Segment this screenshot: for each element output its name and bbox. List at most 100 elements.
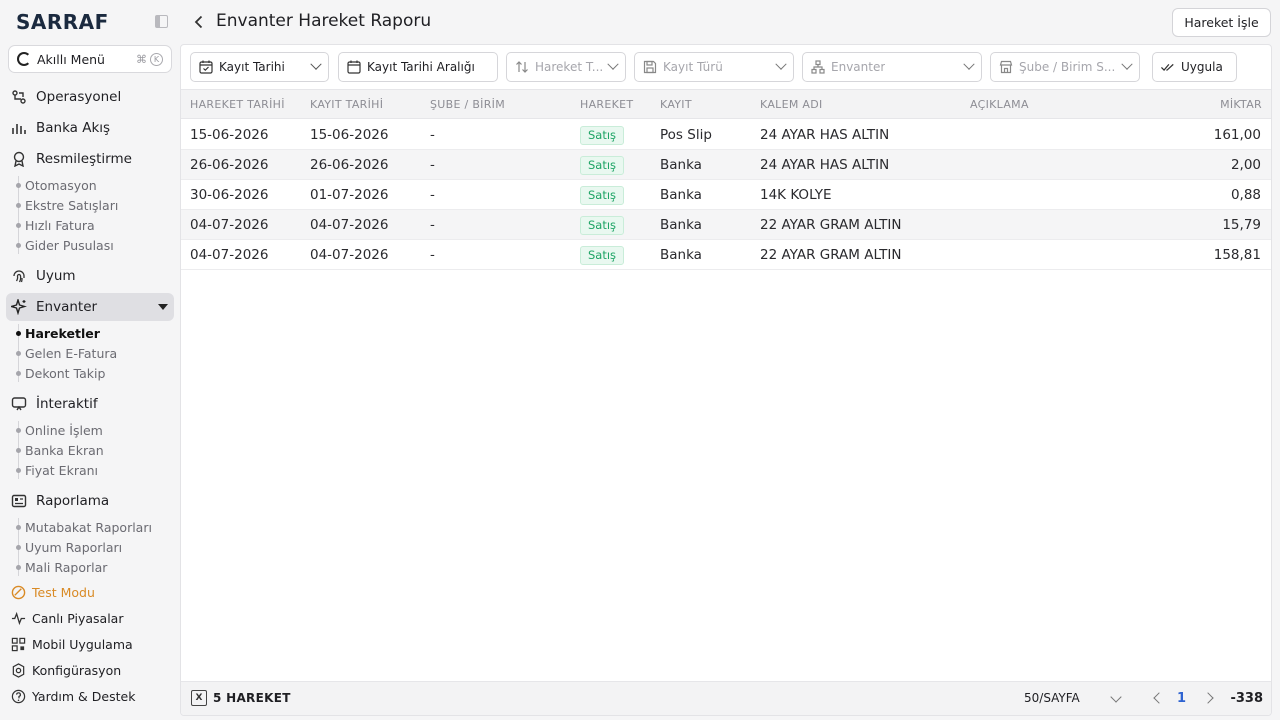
bullet-icon: [16, 544, 21, 550]
col-kayit[interactable]: KAYIT: [660, 90, 692, 120]
chevron-down-icon: [607, 58, 619, 70]
chevron-down-icon: [963, 58, 975, 70]
sidebar-item-operasyonel[interactable]: Operasyonel: [6, 83, 174, 111]
excel-export-icon[interactable]: X: [191, 690, 207, 706]
sidebar-item-resmilestirme[interactable]: Resmileştirme: [6, 145, 174, 173]
sidebar-item-banka-akis[interactable]: Banka Akış: [6, 114, 174, 142]
sidebar-subitem-otomasyon[interactable]: Otomasyon: [16, 176, 97, 194]
sidebar-subitem-gider-pusulasi[interactable]: Gider Pusulası: [16, 236, 114, 254]
sparkle-icon: [10, 298, 28, 316]
bullet-icon: [16, 427, 21, 433]
sidebar-subitem-banka-ekran[interactable]: Banka Ekran: [16, 441, 104, 459]
sidebar-item-interaktif[interactable]: İnteraktif: [6, 390, 174, 418]
sidebar-item-envanter[interactable]: Envanter: [6, 293, 174, 321]
sidebar-subitem-uyum-raporlari[interactable]: Uyum Raporları: [16, 538, 122, 556]
calendar-check-icon: [199, 60, 213, 74]
sidebar-subitem-gelen-e-fatura[interactable]: Gelen E-Fatura: [16, 344, 117, 362]
table-row[interactable]: 15-06-2026 15-06-2026 - Satış Pos Slip 2…: [181, 120, 1271, 150]
chevron-down-icon[interactable]: [1110, 691, 1122, 703]
date-type-select[interactable]: Kayıt Tarihi: [190, 52, 329, 82]
table-row[interactable]: 04-07-2026 04-07-2026 - Satış Banka 22 A…: [181, 210, 1271, 240]
qr-icon: [10, 636, 26, 652]
hierarchy-icon: [811, 60, 825, 74]
cell-branch: -: [430, 127, 435, 143]
store-icon: [999, 60, 1013, 74]
record-type-select[interactable]: Kayıt Türü: [634, 52, 794, 82]
sidebar-subitem-label: Gider Pusulası: [25, 237, 114, 253]
branch-select[interactable]: Şube / Birim S...: [990, 52, 1140, 82]
sidebar-subitem-label: Hızlı Fatura: [25, 217, 95, 233]
movement-type-label: Hareket T...: [535, 60, 604, 74]
sidebar-subitem-mutabakat-raporlari[interactable]: Mutabakat Raporları: [16, 518, 152, 536]
sidebar-subitem-hizli-fatura[interactable]: Hızlı Fatura: [16, 216, 95, 234]
sidebar-item-label: Raporlama: [36, 493, 110, 509]
chevron-down-icon: [310, 58, 322, 70]
cell-record: Banka: [660, 217, 702, 233]
back-arrow-icon[interactable]: [192, 14, 206, 29]
sidebar-item-label: Uyum: [36, 268, 76, 284]
smart-menu-button[interactable]: Akıllı Menü ⌘ K: [8, 45, 172, 73]
cell-branch: -: [430, 217, 435, 233]
table-row[interactable]: 26-06-2026 26-06-2026 - Satış Banka 24 A…: [181, 150, 1271, 180]
prev-page-icon[interactable]: [1153, 692, 1165, 704]
sidebar-item-mobil-uygulama[interactable]: Mobil Uygulama: [6, 630, 174, 658]
table-row[interactable]: 30-06-2026 01-07-2026 - Satış Banka 14K …: [181, 180, 1271, 210]
sidebar-item-label: Test Modu: [32, 584, 95, 600]
sidebar-collapse-icon[interactable]: [155, 15, 168, 28]
cell-record-date: 01-07-2026: [310, 187, 389, 203]
movement-badge: Satış: [580, 216, 625, 235]
table-row[interactable]: 04-07-2026 04-07-2026 - Satış Banka 22 A…: [181, 240, 1271, 270]
shortcut-key: K: [150, 52, 163, 66]
inventory-select[interactable]: Envanter: [802, 52, 982, 82]
apply-button[interactable]: Uygula: [1152, 52, 1237, 82]
cell-amount: 2,00: [1230, 157, 1261, 173]
table-header: HAREKET TARİHİ KAYIT TARİHİ ŞUBE / BİRİM…: [181, 89, 1271, 119]
per-page-select[interactable]: 50/SAYFA: [1024, 682, 1080, 715]
sidebar-item-yardim-destek[interactable]: Yardım & Destek: [6, 682, 174, 710]
inventory-label: Envanter: [831, 60, 886, 74]
record-type-label: Kayıt Türü: [663, 60, 723, 74]
apply-label: Uygula: [1181, 60, 1223, 74]
next-page-icon[interactable]: [1202, 692, 1214, 704]
sidebar-subitem-ekstre-satislari[interactable]: Ekstre Satışları: [16, 196, 118, 214]
cell-amount: 158,81: [1213, 247, 1261, 263]
col-kalem-adi[interactable]: KALEM ADI: [760, 90, 823, 120]
col-hareket[interactable]: HAREKET: [580, 90, 633, 120]
cell-item: 24 AYAR HAS ALTIN: [760, 157, 890, 173]
sidebar-item-canli-piyasalar[interactable]: Canlı Piyasalar: [6, 604, 174, 632]
cell-item: 22 AYAR GRAM ALTIN: [760, 217, 902, 233]
hareket-isle-button[interactable]: Hareket İşle: [1172, 8, 1271, 37]
cell-branch: -: [430, 187, 435, 203]
sidebar-subitem-label: Mali Raporlar: [25, 559, 108, 575]
movement-type-select[interactable]: Hareket T...: [506, 52, 626, 82]
sidebar-item-uyum[interactable]: Uyum: [6, 262, 174, 290]
sidebar-subitem-hareketler[interactable]: Hareketler: [16, 324, 100, 342]
sidebar-subitem-mali-raporlar[interactable]: Mali Raporlar: [16, 558, 107, 576]
smart-menu-label: Akıllı Menü: [37, 51, 105, 67]
sidebar-subitem-dekont-takip[interactable]: Dekont Takip: [16, 364, 105, 382]
bullet-icon: [16, 202, 21, 208]
sidebar-subitem-online-islem[interactable]: Online İşlem: [16, 421, 103, 439]
sidebar-item-label: Yardım & Destek: [32, 688, 136, 704]
date-range-picker[interactable]: Kayıt Tarihi Aralığı: [338, 52, 498, 82]
sidebar-item-raporlama[interactable]: Raporlama: [6, 487, 174, 515]
bullet-icon: [16, 350, 21, 356]
branch-label: Şube / Birim S...: [1019, 60, 1116, 74]
col-kayit-tarihi[interactable]: KAYIT TARİHİ: [310, 90, 383, 120]
sidebar-subitem-label: Gelen E-Fatura: [25, 345, 118, 361]
logo-row: SARRAF: [16, 10, 172, 34]
cell-movement-date: 15-06-2026: [190, 127, 269, 143]
sidebar-subitem-fiyat-ekrani[interactable]: Fiyat Ekranı: [16, 461, 98, 479]
refresh-icon: [17, 52, 31, 66]
col-aciklama[interactable]: AÇIKLAMA: [970, 90, 1029, 120]
sidebar-item-konfigurasyon[interactable]: Konfigürasyon: [6, 656, 174, 684]
bullet-icon: [16, 182, 21, 188]
date-range-label: Kayıt Tarihi Aralığı: [367, 60, 475, 74]
sidebar-item-test-modu[interactable]: Test Modu: [6, 578, 174, 606]
col-hareket-tarihi[interactable]: HAREKET TARİHİ: [190, 90, 285, 120]
col-sube-birim[interactable]: ŞUBE / BİRİM: [430, 90, 505, 120]
cell-movement-date: 26-06-2026: [190, 157, 269, 173]
current-page[interactable]: 1: [1177, 682, 1186, 715]
col-miktar[interactable]: MİKTAR: [1220, 90, 1262, 120]
sidebar-subitem-label: Fiyat Ekranı: [25, 462, 99, 478]
